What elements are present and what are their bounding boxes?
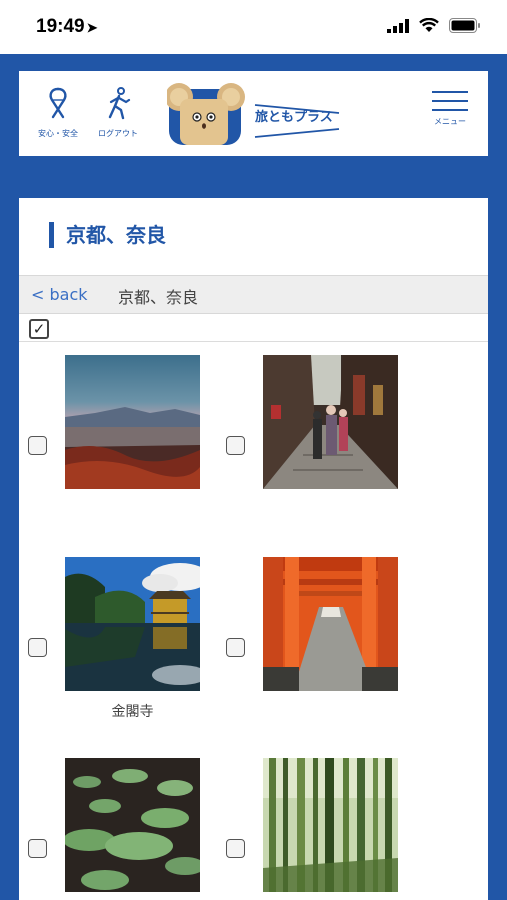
location-arrow-icon: ➤ — [86, 20, 98, 35]
photo-checkbox[interactable] — [28, 436, 47, 455]
logout-label: ログアウト — [98, 129, 138, 138]
logo-text: 旅ともプラス — [255, 110, 333, 125]
status-time: 19:49 ➤ — [36, 16, 98, 38]
breadcrumb-current: 京都、奈良 — [118, 288, 199, 307]
wifi-icon — [419, 18, 439, 32]
photo-item — [28, 355, 228, 535]
lotus-pond-photo[interactable] — [65, 758, 200, 892]
app-header: 安心・安全 ログアウト 旅ともプラス メニュー — [19, 71, 488, 156]
sunset-city-photo[interactable] — [65, 355, 200, 489]
photo-checkbox[interactable] — [226, 638, 245, 657]
back-link[interactable]: < back — [31, 285, 88, 304]
safety-label: 安心・安全 — [38, 129, 78, 138]
select-all-checkbox[interactable]: ✓ — [29, 319, 49, 339]
status-bar: 19:49 ➤ — [0, 0, 507, 54]
battery-icon — [449, 18, 480, 33]
photo-checkbox[interactable] — [28, 638, 47, 657]
photo-item — [226, 758, 426, 900]
photo-checkbox[interactable] — [28, 839, 47, 858]
photo-item — [226, 355, 426, 535]
photo-caption: 金閣寺 — [111, 704, 154, 720]
menu-button[interactable]: メニュー — [432, 91, 468, 127]
breadcrumb: < back 京都、奈良 — [19, 275, 488, 314]
content-card: 京都、奈良 < back 京都、奈良 ✓ 金閣寺 — [19, 198, 488, 900]
walking-person-icon — [108, 87, 131, 120]
bamboo-forest-photo[interactable] — [263, 758, 398, 892]
page-title: 京都、奈良 — [49, 222, 166, 248]
hamburger-icon-bar — [432, 109, 468, 111]
photo-checkbox[interactable] — [226, 436, 245, 455]
photo-item — [226, 557, 426, 737]
ribbon-icon — [49, 87, 67, 119]
gion-street-photo[interactable] — [263, 355, 398, 489]
time-text: 19:49 — [36, 16, 85, 37]
photo-item: 金閣寺 — [28, 557, 228, 737]
status-icons — [387, 18, 481, 33]
app-logo[interactable]: 旅ともプラス — [165, 81, 367, 147]
hamburger-icon-bar — [432, 91, 468, 93]
photo-item — [28, 758, 228, 900]
logout-button[interactable]: ログアウト — [95, 87, 141, 139]
divider — [19, 341, 488, 342]
torii-gates-photo[interactable] — [263, 557, 398, 691]
photo-checkbox[interactable] — [226, 839, 245, 858]
hamburger-icon-bar — [432, 100, 468, 102]
cellular-signal-icon — [387, 18, 409, 33]
menu-label: メニュー — [434, 117, 466, 126]
safety-button[interactable]: 安心・安全 — [35, 87, 81, 139]
kinkakuji-photo[interactable] — [65, 557, 200, 691]
